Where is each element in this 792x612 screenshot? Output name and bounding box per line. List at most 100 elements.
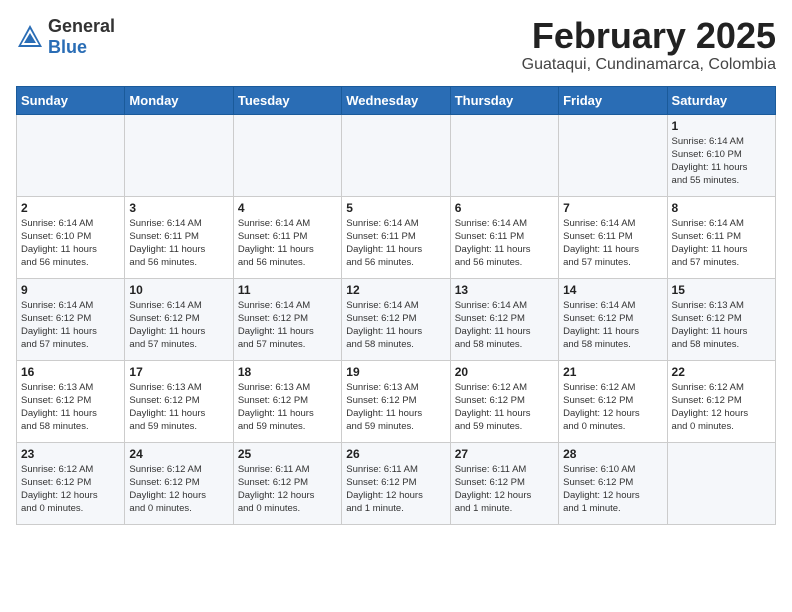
day-info: Sunrise: 6:14 AM Sunset: 6:10 PM Dayligh… bbox=[672, 135, 771, 188]
calendar-cell: 17Sunrise: 6:13 AM Sunset: 6:12 PM Dayli… bbox=[125, 360, 233, 442]
header: General Blue February 2025 Guataqui, Cun… bbox=[16, 16, 776, 74]
calendar-cell bbox=[17, 114, 125, 196]
calendar-cell: 8 Sunrise: 6:14 AM Sunset: 6:11 PM Daylig… bbox=[667, 196, 775, 278]
weekday-header-saturday: Saturday bbox=[667, 86, 775, 114]
calendar-cell bbox=[667, 442, 775, 524]
calendar-cell: 28 Sunrise: 6:10 AM Sunset: 6:12 PM Dayli… bbox=[559, 442, 667, 524]
calendar-cell bbox=[233, 114, 341, 196]
calendar-cell bbox=[125, 114, 233, 196]
calendar-cell: 5 Sunrise: 6:14 AM Sunset: 6:11 PM Daylig… bbox=[342, 196, 450, 278]
calendar-cell: 20 Sunrise: 6:12 AM Sunset: 6:12 PM Dayli… bbox=[450, 360, 558, 442]
calendar-body: 1 Sunrise: 6:14 AM Sunset: 6:10 PM Daylig… bbox=[17, 114, 776, 524]
day-info: Sunrise: 6:14 AM Sunset: 6:12 PM Dayligh… bbox=[21, 299, 120, 352]
day-info: Sunrise: 6:14 AM Sunset: 6:11 PM Dayligh… bbox=[563, 217, 662, 270]
day-number: 26 bbox=[346, 447, 445, 461]
day-info: Sunrise: 6:10 AM Sunset: 6:12 PM Dayligh… bbox=[563, 463, 662, 516]
weekday-header-row: SundayMondayTuesdayWednesdayThursdayFrid… bbox=[17, 86, 776, 114]
calendar-week-row: 1 Sunrise: 6:14 AM Sunset: 6:10 PM Daylig… bbox=[17, 114, 776, 196]
day-number: 20 bbox=[455, 365, 554, 379]
day-info: Sunrise: 6:13 AM Sunset: 6:12 PM Dayligh… bbox=[346, 381, 445, 434]
calendar-cell: 26 Sunrise: 6:11 AM Sunset: 6:12 PM Dayli… bbox=[342, 442, 450, 524]
day-info: Sunrise: 6:11 AM Sunset: 6:12 PM Dayligh… bbox=[455, 463, 554, 516]
day-info: Sunrise: 6:14 AM Sunset: 6:12 PM Dayligh… bbox=[346, 299, 445, 352]
day-number: 9 bbox=[21, 283, 120, 297]
day-info: Sunrise: 6:14 AM Sunset: 6:12 PM Dayligh… bbox=[563, 299, 662, 352]
day-info: Sunrise: 6:14 AM Sunset: 6:11 PM Dayligh… bbox=[346, 217, 445, 270]
logo-icon bbox=[16, 23, 44, 51]
day-info: Sunrise: 6:14 AM Sunset: 6:11 PM Dayligh… bbox=[672, 217, 771, 270]
day-number: 12 bbox=[346, 283, 445, 297]
day-info: Sunrise: 6:12 AM Sunset: 6:12 PM Dayligh… bbox=[21, 463, 120, 516]
day-info: Sunrise: 6:13 AM Sunset: 6:12 PM Dayligh… bbox=[21, 381, 120, 434]
calendar-cell: 25Sunrise: 6:11 AM Sunset: 6:12 PM Dayli… bbox=[233, 442, 341, 524]
day-info: Sunrise: 6:12 AM Sunset: 6:12 PM Dayligh… bbox=[129, 463, 228, 516]
calendar-cell: 12 Sunrise: 6:14 AM Sunset: 6:12 PM Dayli… bbox=[342, 278, 450, 360]
day-number: 14 bbox=[563, 283, 662, 297]
day-info: Sunrise: 6:14 AM Sunset: 6:12 PM Dayligh… bbox=[129, 299, 228, 352]
day-number: 24 bbox=[129, 447, 228, 461]
day-info: Sunrise: 6:13 AM Sunset: 6:12 PM Dayligh… bbox=[238, 381, 337, 434]
logo-blue-text: Blue bbox=[48, 37, 87, 57]
day-number: 28 bbox=[563, 447, 662, 461]
day-info: Sunrise: 6:14 AM Sunset: 6:11 PM Dayligh… bbox=[238, 217, 337, 270]
day-info: Sunrise: 6:12 AM Sunset: 6:12 PM Dayligh… bbox=[455, 381, 554, 434]
day-number: 21 bbox=[563, 365, 662, 379]
logo: General Blue bbox=[16, 16, 115, 58]
day-number: 2 bbox=[21, 201, 120, 215]
day-number: 17 bbox=[129, 365, 228, 379]
location-title: Guataqui, Cundinamarca, Colombia bbox=[522, 56, 776, 74]
calendar-cell: 18 Sunrise: 6:13 AM Sunset: 6:12 PM Dayli… bbox=[233, 360, 341, 442]
calendar-cell: 4 Sunrise: 6:14 AM Sunset: 6:11 PM Daylig… bbox=[233, 196, 341, 278]
calendar-week-row: 16Sunrise: 6:13 AM Sunset: 6:12 PM Dayli… bbox=[17, 360, 776, 442]
calendar-cell: 23 Sunrise: 6:12 AM Sunset: 6:12 PM Dayli… bbox=[17, 442, 125, 524]
calendar-cell bbox=[342, 114, 450, 196]
day-number: 11 bbox=[238, 283, 337, 297]
weekday-header-wednesday: Wednesday bbox=[342, 86, 450, 114]
day-number: 18 bbox=[238, 365, 337, 379]
calendar-cell: 11 Sunrise: 6:14 AM Sunset: 6:12 PM Dayli… bbox=[233, 278, 341, 360]
day-info: Sunrise: 6:13 AM Sunset: 6:12 PM Dayligh… bbox=[672, 299, 771, 352]
day-number: 8 bbox=[672, 201, 771, 215]
day-number: 1 bbox=[672, 119, 771, 133]
day-number: 10 bbox=[129, 283, 228, 297]
calendar-cell: 1 Sunrise: 6:14 AM Sunset: 6:10 PM Daylig… bbox=[667, 114, 775, 196]
calendar-cell bbox=[450, 114, 558, 196]
weekday-header-tuesday: Tuesday bbox=[233, 86, 341, 114]
weekday-header-friday: Friday bbox=[559, 86, 667, 114]
day-number: 19 bbox=[346, 365, 445, 379]
calendar-cell: 6Sunrise: 6:14 AM Sunset: 6:11 PM Daylig… bbox=[450, 196, 558, 278]
calendar-cell: 14 Sunrise: 6:14 AM Sunset: 6:12 PM Dayli… bbox=[559, 278, 667, 360]
day-info: Sunrise: 6:14 AM Sunset: 6:11 PM Dayligh… bbox=[455, 217, 554, 270]
calendar-cell: 3 Sunrise: 6:14 AM Sunset: 6:11 PM Daylig… bbox=[125, 196, 233, 278]
month-title: February 2025 bbox=[522, 16, 776, 56]
calendar-cell: 19 Sunrise: 6:13 AM Sunset: 6:12 PM Dayli… bbox=[342, 360, 450, 442]
day-info: Sunrise: 6:11 AM Sunset: 6:12 PM Dayligh… bbox=[346, 463, 445, 516]
calendar-cell: 15 Sunrise: 6:13 AM Sunset: 6:12 PM Dayli… bbox=[667, 278, 775, 360]
weekday-header-sunday: Sunday bbox=[17, 86, 125, 114]
day-number: 3 bbox=[129, 201, 228, 215]
calendar-cell: 22Sunrise: 6:12 AM Sunset: 6:12 PM Dayli… bbox=[667, 360, 775, 442]
day-info: Sunrise: 6:14 AM Sunset: 6:11 PM Dayligh… bbox=[129, 217, 228, 270]
weekday-header-thursday: Thursday bbox=[450, 86, 558, 114]
calendar-cell: 21 Sunrise: 6:12 AM Sunset: 6:12 PM Dayli… bbox=[559, 360, 667, 442]
day-number: 23 bbox=[21, 447, 120, 461]
day-info: Sunrise: 6:14 AM Sunset: 6:10 PM Dayligh… bbox=[21, 217, 120, 270]
calendar-table: SundayMondayTuesdayWednesdayThursdayFrid… bbox=[16, 86, 776, 525]
title-area: February 2025 Guataqui, Cundinamarca, Co… bbox=[522, 16, 776, 74]
day-info: Sunrise: 6:12 AM Sunset: 6:12 PM Dayligh… bbox=[563, 381, 662, 434]
calendar-cell: 2 Sunrise: 6:14 AM Sunset: 6:10 PM Daylig… bbox=[17, 196, 125, 278]
calendar-week-row: 9 Sunrise: 6:14 AM Sunset: 6:12 PM Daylig… bbox=[17, 278, 776, 360]
calendar-cell: 24 Sunrise: 6:12 AM Sunset: 6:12 PM Dayli… bbox=[125, 442, 233, 524]
day-info: Sunrise: 6:11 AM Sunset: 6:12 PM Dayligh… bbox=[238, 463, 337, 516]
calendar-week-row: 2 Sunrise: 6:14 AM Sunset: 6:10 PM Daylig… bbox=[17, 196, 776, 278]
day-info: Sunrise: 6:14 AM Sunset: 6:12 PM Dayligh… bbox=[455, 299, 554, 352]
day-number: 5 bbox=[346, 201, 445, 215]
day-number: 4 bbox=[238, 201, 337, 215]
weekday-header-monday: Monday bbox=[125, 86, 233, 114]
day-info: Sunrise: 6:14 AM Sunset: 6:12 PM Dayligh… bbox=[238, 299, 337, 352]
calendar-cell: 9 Sunrise: 6:14 AM Sunset: 6:12 PM Daylig… bbox=[17, 278, 125, 360]
calendar-cell bbox=[559, 114, 667, 196]
day-number: 15 bbox=[672, 283, 771, 297]
calendar-week-row: 23 Sunrise: 6:12 AM Sunset: 6:12 PM Dayli… bbox=[17, 442, 776, 524]
calendar-cell: 7Sunrise: 6:14 AM Sunset: 6:11 PM Daylig… bbox=[559, 196, 667, 278]
